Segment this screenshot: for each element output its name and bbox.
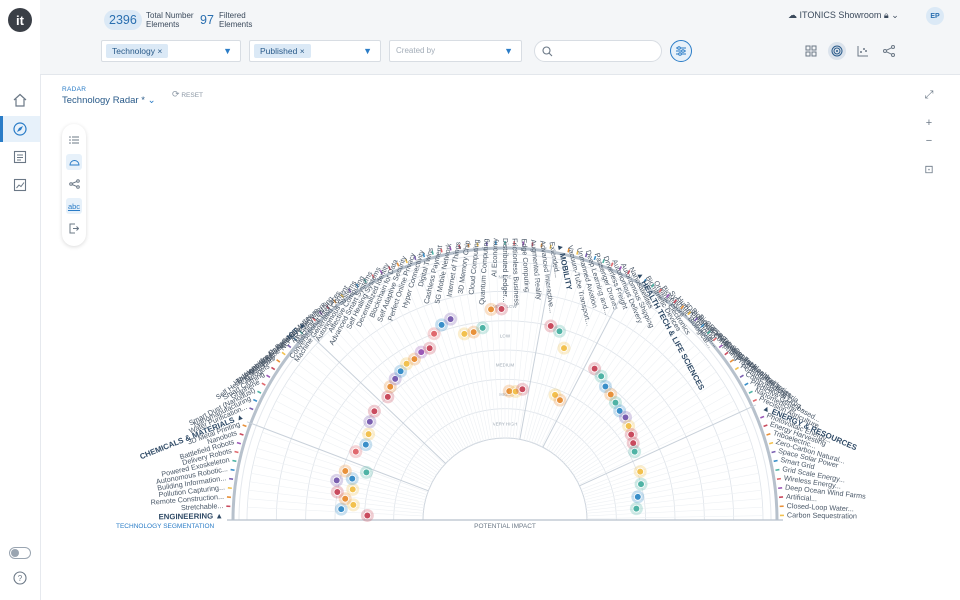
element-tick (766, 433, 771, 436)
element-dot[interactable] (555, 327, 564, 336)
impact-label: POTENTIAL IMPACT (474, 523, 536, 530)
element-dot[interactable] (437, 321, 446, 329)
element-tick (234, 450, 239, 454)
element-dot[interactable] (487, 305, 495, 314)
element-dot[interactable] (636, 467, 644, 476)
element-tick (775, 468, 780, 472)
element-tick (266, 374, 271, 378)
element-dot[interactable] (384, 393, 392, 401)
element-dot[interactable] (364, 430, 373, 438)
element-tick (252, 398, 258, 402)
element-tick (257, 390, 262, 394)
element-tick (230, 468, 235, 472)
element-dot[interactable] (446, 315, 455, 323)
element-tick (270, 366, 276, 371)
element-tick (752, 398, 758, 402)
element-tick (281, 351, 286, 356)
element-dot[interactable] (366, 418, 374, 426)
radar-spoke (582, 431, 748, 493)
element-dot[interactable] (630, 447, 639, 456)
element-tick (276, 359, 281, 363)
element-tick (768, 441, 774, 445)
element-tick (261, 382, 266, 386)
element-tick (239, 433, 244, 436)
radar-spoke (531, 275, 590, 443)
radar-spoke (314, 345, 445, 465)
element-label[interactable]: AI Economy (489, 238, 499, 277)
element-dot[interactable] (430, 329, 438, 338)
element-label[interactable]: Distributed Ledger... (501, 238, 510, 302)
element-dot[interactable] (632, 504, 641, 513)
element-dot[interactable] (332, 476, 341, 485)
element-dot[interactable] (348, 485, 357, 494)
element-dot[interactable] (634, 493, 642, 501)
element-tick (776, 477, 782, 481)
element-tick (739, 374, 744, 378)
radar-spoke (262, 431, 428, 493)
radar-spoke (582, 439, 751, 495)
element-dot[interactable] (362, 468, 371, 477)
segment-divider (579, 404, 757, 487)
element-tick (236, 441, 242, 445)
element-tick (729, 359, 734, 363)
radar-spoke (585, 464, 758, 503)
element-dot[interactable] (469, 328, 478, 336)
element-tick (744, 382, 749, 386)
element-dot[interactable] (333, 488, 342, 496)
element-dot[interactable] (425, 344, 434, 353)
element-tick (771, 450, 776, 454)
radar-spoke (586, 481, 761, 509)
element-dot[interactable] (497, 305, 506, 313)
element-dot[interactable] (341, 467, 350, 475)
element-tick (249, 407, 254, 411)
radar-ring (422, 437, 588, 521)
radar-inner-ring (422, 437, 588, 521)
element-dot[interactable] (349, 501, 358, 509)
element-dot[interactable] (556, 396, 564, 404)
element-dot[interactable] (337, 505, 346, 513)
element-tick (242, 424, 247, 428)
element-dot[interactable] (590, 364, 599, 373)
element-dot[interactable] (341, 494, 350, 503)
element-tick (232, 459, 237, 463)
element-dot[interactable] (370, 407, 379, 416)
element-dot[interactable] (546, 322, 555, 330)
element-dot[interactable] (362, 440, 370, 449)
element-tick (773, 459, 778, 463)
radar-spoke (574, 385, 726, 478)
element-tick (228, 477, 234, 481)
element-tick (763, 424, 768, 428)
element-dot[interactable] (363, 511, 372, 520)
element-dot[interactable] (460, 330, 469, 338)
segmentation-label: TECHNOLOGY SEGMENTATION (116, 523, 215, 530)
element-dot[interactable] (518, 385, 527, 394)
element-dot[interactable] (597, 372, 605, 381)
element-label[interactable]: Carbon Sequestration (787, 510, 857, 520)
element-tick (748, 390, 753, 394)
radar-spoke (577, 400, 735, 483)
element-dot[interactable] (478, 324, 487, 332)
element-tick (734, 366, 740, 371)
element-dot[interactable] (352, 447, 360, 456)
radar-spoke (541, 289, 621, 447)
technology-radar: NONEVERY LOWLOWMEDIUMHIGHVERY HIGHStretc… (116, 238, 867, 530)
element-dot[interactable] (637, 480, 645, 488)
element-dot[interactable] (560, 344, 568, 352)
segment-label[interactable]: ENGINEERING ▲ (158, 511, 223, 521)
element-tick (760, 415, 765, 419)
ring-label: LOW (500, 333, 511, 338)
element-dot[interactable] (348, 474, 357, 483)
